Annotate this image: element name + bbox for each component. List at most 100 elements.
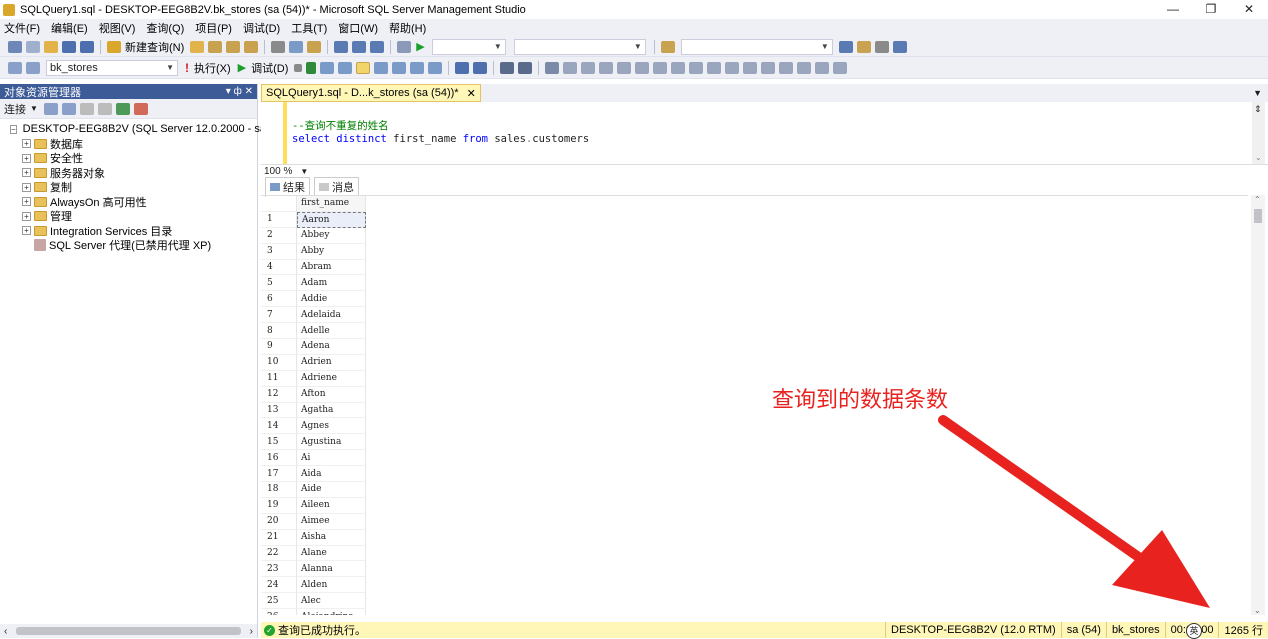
first-name-cell[interactable]: Aaron: [297, 211, 366, 228]
decrease-indent-icon[interactable]: [500, 61, 515, 74]
same-width-icon[interactable]: [671, 61, 686, 74]
zoom-value[interactable]: 100 %: [264, 166, 292, 177]
expand-icon[interactable]: +: [22, 226, 31, 236]
client-stats-icon[interactable]: [374, 61, 389, 74]
results-to-grid-icon[interactable]: [410, 61, 425, 74]
table-row[interactable]: 9 Adena: [261, 339, 1248, 355]
database-dropdown[interactable]: bk_stores ▼: [46, 59, 178, 76]
expand-icon[interactable]: +: [22, 197, 31, 207]
same-size-icon[interactable]: [707, 61, 722, 74]
row-number[interactable]: 15: [261, 434, 297, 451]
first-name-cell[interactable]: Addie: [297, 291, 366, 308]
include-plan-icon[interactable]: [356, 61, 371, 74]
expand-icon[interactable]: +: [22, 153, 31, 163]
menu-query[interactable]: 查询(Q): [146, 20, 184, 36]
menu-debug[interactable]: 调试(D): [243, 20, 280, 36]
tab-sqlquery1[interactable]: SQLQuery1.sql - D...k_stores (sa (54))* …: [261, 84, 481, 102]
open-file-icon[interactable]: [44, 40, 58, 53]
first-name-cell[interactable]: Adriene: [297, 370, 366, 387]
row-number[interactable]: 19: [261, 497, 297, 514]
dmx-query-icon[interactable]: [226, 40, 241, 53]
table-row[interactable]: 23 Alanna: [261, 561, 1248, 578]
first-name-cell[interactable]: Alec: [297, 593, 366, 610]
table-row[interactable]: 2 Abbey: [261, 227, 1248, 244]
table-row[interactable]: 18 Aide: [261, 482, 1248, 498]
center-v-icon[interactable]: [779, 61, 794, 74]
split-icon[interactable]: ⇕: [1254, 104, 1262, 115]
align-icon[interactable]: [563, 61, 578, 74]
editor-vscroll[interactable]: ⇕ ⌄: [1252, 102, 1265, 164]
uncomment-icon[interactable]: [473, 61, 488, 74]
results-to-text-icon[interactable]: [392, 61, 407, 74]
row-number[interactable]: 4: [261, 259, 297, 276]
pin-dropdown-icon[interactable]: ▾: [226, 86, 231, 97]
debug-icon[interactable]: ▶: [238, 61, 246, 74]
row-number[interactable]: 26: [261, 609, 297, 615]
connect-dropdown-icon[interactable]: ▼: [30, 104, 38, 113]
row-header-corner[interactable]: [261, 196, 297, 212]
scroll-left-icon[interactable]: ‹: [4, 626, 7, 637]
table-row[interactable]: 26Alejandrina: [261, 609, 1248, 615]
row-number[interactable]: 25: [261, 593, 297, 610]
results-vscroll[interactable]: ⌃ ⌄: [1251, 195, 1265, 615]
oe-connect-icon[interactable]: [43, 102, 58, 115]
table-row[interactable]: 19 Aileen: [261, 497, 1248, 514]
first-name-cell[interactable]: Aileen: [297, 497, 366, 514]
scroll-down-icon[interactable]: ⌄: [1254, 606, 1261, 615]
tree-node-agent[interactable]: SQL Server 代理(已禁用代理 XP): [0, 238, 257, 253]
row-number[interactable]: 23: [261, 561, 297, 578]
row-number[interactable]: 17: [261, 466, 297, 483]
mdx-query-icon[interactable]: [208, 40, 223, 53]
first-name-cell[interactable]: Abram: [297, 259, 366, 276]
first-name-cell[interactable]: Adrien: [297, 354, 366, 371]
pin-icon[interactable]: ф: [234, 86, 242, 97]
first-name-cell[interactable]: Adam: [297, 275, 366, 292]
new-query-icon[interactable]: [107, 40, 121, 53]
row-number[interactable]: 12: [261, 386, 297, 403]
menu-tools[interactable]: 工具(T): [291, 20, 327, 36]
first-name-cell[interactable]: Abby: [297, 243, 366, 260]
same-height-icon[interactable]: [689, 61, 704, 74]
align-center-icon[interactable]: [581, 61, 596, 74]
window-icon[interactable]: [892, 40, 907, 53]
close-icon[interactable]: ✕: [1230, 0, 1268, 19]
parse-icon[interactable]: [306, 61, 317, 74]
align-top-icon[interactable]: [617, 61, 632, 74]
table-row[interactable]: 12 Afton: [261, 386, 1248, 403]
platform-dropdown[interactable]: ▼: [513, 38, 646, 55]
table-row[interactable]: 15 Agustina: [261, 434, 1248, 451]
v-spacing-icon[interactable]: [743, 61, 758, 74]
table-row[interactable]: 11 Adriene: [261, 370, 1248, 387]
oe-disconnect-icon[interactable]: [61, 102, 76, 115]
results-grid[interactable]: first_name 1 Aaron 2 Abbey 3 Abby 4 Abram 5 Adam 6…: [261, 195, 1248, 615]
first-name-cell[interactable]: Alejandrina: [297, 609, 366, 615]
table-row[interactable]: 24 Alden: [261, 577, 1248, 594]
first-name-cell[interactable]: Afton: [297, 386, 366, 403]
table-row[interactable]: 5 Adam: [261, 275, 1248, 292]
first-name-cell[interactable]: Adelle: [297, 323, 366, 340]
results-to-file-icon[interactable]: [428, 61, 443, 74]
xmla-query-icon[interactable]: [244, 40, 259, 53]
row-number[interactable]: 7: [261, 307, 297, 324]
row-number[interactable]: 21: [261, 529, 297, 546]
oe-activity-icon[interactable]: [133, 102, 148, 115]
row-number[interactable]: 18: [261, 482, 297, 498]
properties-icon[interactable]: [856, 40, 871, 53]
query-editor[interactable]: --查询不重复的姓名 select distinct first_name fr…: [261, 102, 1268, 164]
new-project-icon[interactable]: [8, 40, 22, 53]
first-name-cell[interactable]: Aimee: [297, 513, 366, 530]
table-row[interactable]: 21 Aisha: [261, 529, 1248, 546]
tree-node-security[interactable]: + 安全性: [0, 151, 257, 166]
table-row[interactable]: 20 Aimee: [261, 513, 1248, 530]
table-row[interactable]: 13 Agatha: [261, 402, 1248, 419]
expand-icon[interactable]: +: [22, 182, 31, 192]
table-row[interactable]: 16 Ai: [261, 450, 1248, 467]
first-name-cell[interactable]: Aida: [297, 466, 366, 483]
tree-node-replication[interactable]: + 复制: [0, 180, 257, 195]
row-number[interactable]: 6: [261, 291, 297, 308]
connect-icon[interactable]: [8, 61, 22, 74]
row-number[interactable]: 5: [261, 275, 297, 292]
query-designer-icon[interactable]: [338, 61, 353, 74]
oe-stop-icon[interactable]: [79, 102, 94, 115]
table-row[interactable]: 17 Aida: [261, 466, 1248, 483]
